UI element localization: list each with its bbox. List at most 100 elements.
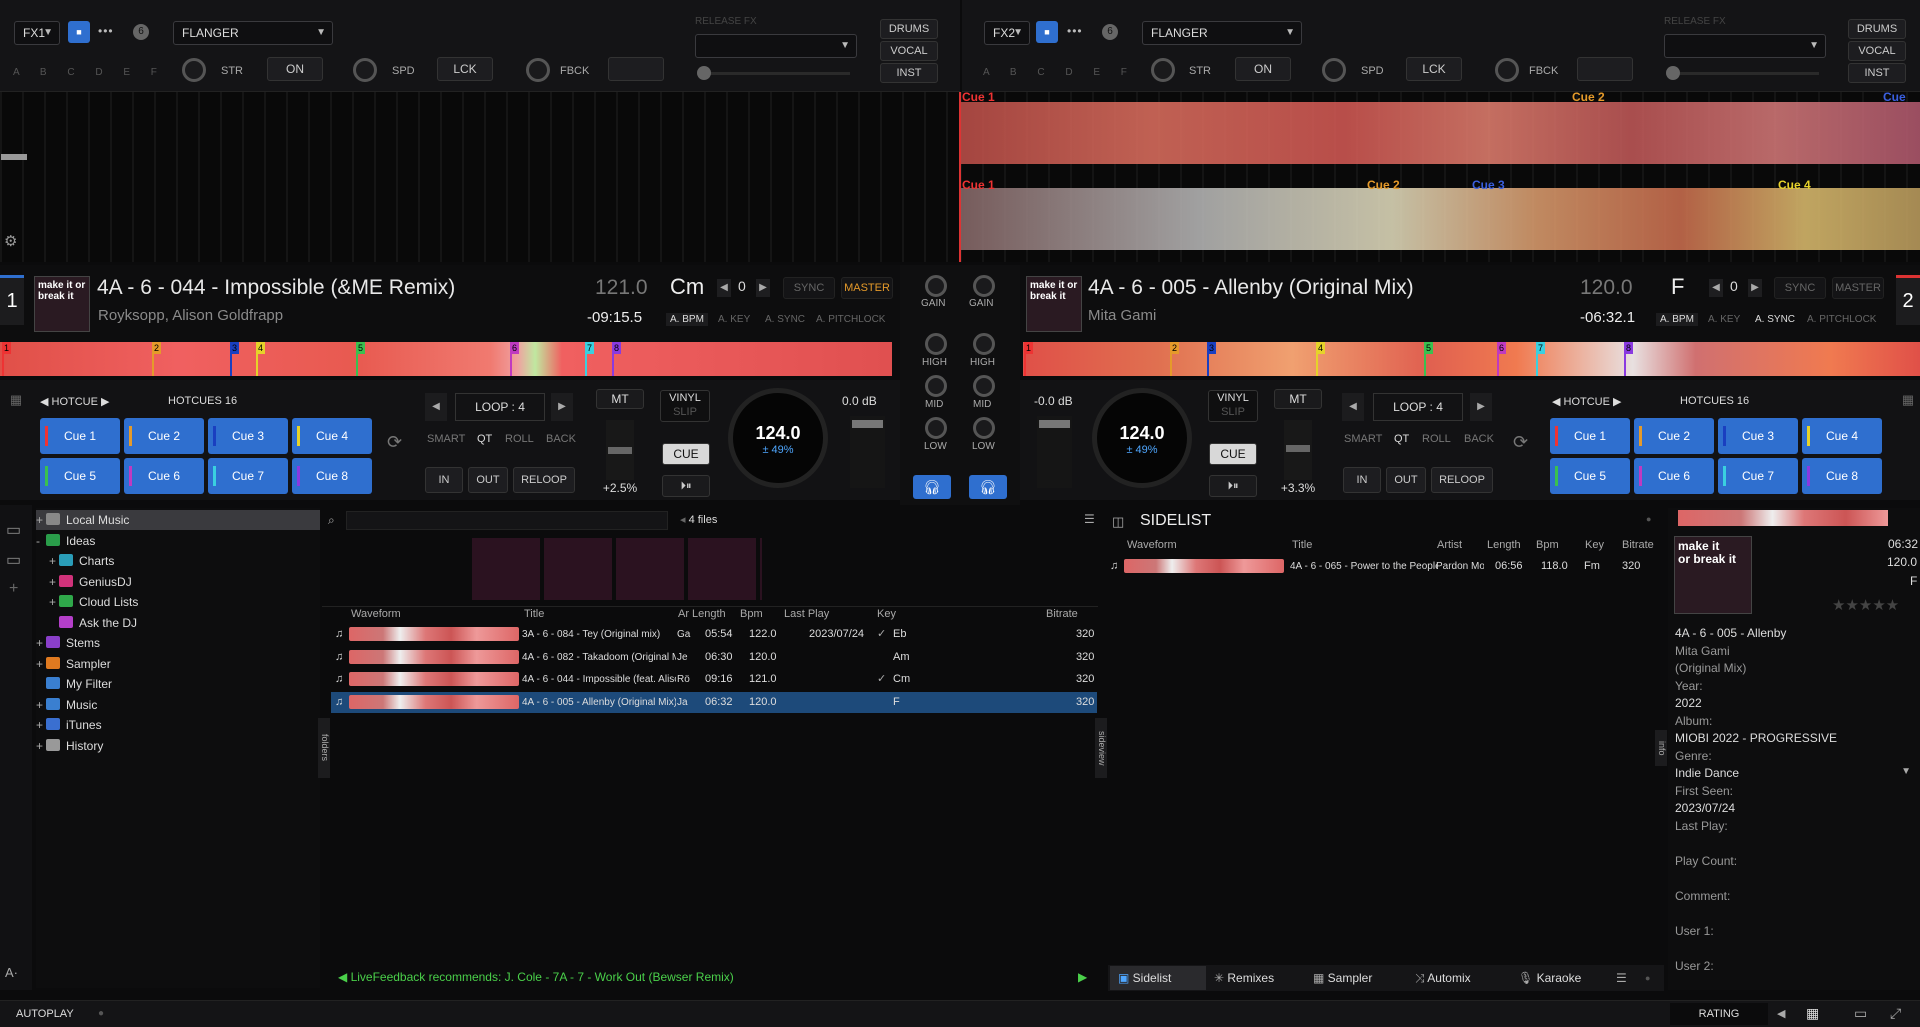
- jog-wheel[interactable]: 124.0 ± 49%: [728, 388, 828, 488]
- expand-toggle[interactable]: +: [36, 510, 46, 530]
- sync-button[interactable]: SYNC: [1774, 277, 1826, 299]
- fbck-knob[interactable]: [526, 58, 550, 82]
- jog-wheel[interactable]: 124.0 ± 49%: [1092, 388, 1192, 488]
- str-knob[interactable]: [182, 58, 206, 82]
- rating-stars[interactable]: ★★★★★: [1832, 596, 1899, 614]
- hotcue-pad-7[interactable]: Cue 7: [1718, 458, 1798, 494]
- hotcue-pad-3[interactable]: Cue 3: [208, 418, 288, 454]
- hotcue-pad-6[interactable]: Cue 6: [1634, 458, 1714, 494]
- loop-out-button[interactable]: OUT: [468, 467, 508, 493]
- play-pause-button[interactable]: ⏵⏸: [662, 475, 710, 497]
- key-down-button[interactable]: ◀: [1709, 279, 1723, 297]
- tree-item[interactable]: + Charts: [49, 551, 320, 571]
- expand-toggle[interactable]: +: [36, 736, 46, 756]
- auto-sync-toggle[interactable]: A. SYNC: [765, 314, 805, 325]
- expand-toggle[interactable]: -: [36, 531, 46, 551]
- loop-out-button[interactable]: OUT: [1386, 467, 1426, 493]
- stem-inst-button[interactable]: INST: [1848, 63, 1906, 83]
- fullscreen-icon[interactable]: ⤢: [1890, 1005, 1901, 1022]
- fx-param-button[interactable]: [1577, 57, 1633, 81]
- auto-key-toggle[interactable]: A. KEY: [718, 314, 750, 325]
- font-size-icon[interactable]: A·: [5, 965, 18, 980]
- fx-on-button[interactable]: ON: [267, 57, 323, 81]
- gear-icon[interactable]: ⚙: [4, 232, 17, 250]
- tree-item[interactable]: My Filter: [36, 674, 320, 694]
- hotcue-mode-selector[interactable]: ◀ HOTCUE ▶: [40, 395, 109, 408]
- drive-icon[interactable]: ▭: [6, 550, 21, 570]
- col-bpm[interactable]: Bpm: [740, 608, 763, 620]
- col-bitrate[interactable]: Bitrate: [1046, 608, 1078, 620]
- hotcue-pad-4[interactable]: Cue 4: [292, 418, 372, 454]
- fx-unit-select[interactable]: FX1 ▼: [14, 21, 60, 45]
- slider-handle[interactable]: [608, 447, 632, 454]
- search-icon[interactable]: ⌕: [328, 513, 335, 528]
- col-waveform[interactable]: Waveform: [351, 608, 401, 620]
- loop-back-button[interactable]: BACK: [546, 433, 576, 445]
- album-field[interactable]: MIOBI 2022 - PROGRESSIVE: [1675, 731, 1837, 745]
- channel-fader[interactable]: [1037, 416, 1072, 488]
- col-last-play[interactable]: Last Play: [784, 608, 829, 620]
- fx-effect-select[interactable]: FLANGER ▼: [173, 21, 333, 45]
- loop-quantize-button[interactable]: QT: [477, 433, 492, 445]
- hotcue-pad-8[interactable]: Cue 8: [1802, 458, 1882, 494]
- eq-mid-knob-right[interactable]: [973, 375, 995, 397]
- expand-toggle[interactable]: +: [36, 715, 46, 735]
- play-pause-button[interactable]: ⏵⏸: [1209, 475, 1257, 497]
- loop-quantize-button[interactable]: QT: [1394, 433, 1409, 445]
- deck-number[interactable]: 2: [1896, 275, 1920, 325]
- auto-pitchlock-toggle[interactable]: A. PITCHLOCK: [816, 314, 885, 325]
- sync-button[interactable]: SYNC: [783, 277, 835, 299]
- auto-bpm-toggle[interactable]: A. BPM: [1656, 313, 1698, 326]
- expand-toggle[interactable]: +: [36, 654, 46, 674]
- expand-toggle[interactable]: +: [36, 633, 46, 653]
- live-feedback[interactable]: ◀ LiveFeedback recommends: J. Cole - 7A …: [338, 970, 734, 984]
- tab-remixes[interactable]: ✳ Remixes: [1214, 966, 1274, 990]
- hotcue-pad-5[interactable]: Cue 5: [1550, 458, 1630, 494]
- vinyl-slip-button[interactable]: VINYL SLIP: [660, 390, 710, 422]
- stem-vocal-button[interactable]: VOCAL: [880, 41, 938, 61]
- hotcue-mode-selector[interactable]: ◀ HOTCUE ▶: [1552, 395, 1621, 408]
- fx-on-button[interactable]: ON: [1235, 57, 1291, 81]
- loop-double-button[interactable]: ▶: [551, 393, 573, 421]
- loop-size-display[interactable]: LOOP : 4: [455, 393, 545, 421]
- table-row[interactable]: ♫ 4A - 6 - 082 - Takadoom (Original Mix) J…: [331, 647, 1097, 668]
- key-down-button[interactable]: ◀: [717, 279, 731, 297]
- hotcue-pad-2[interactable]: Cue 2: [1634, 418, 1714, 454]
- col-key[interactable]: Key: [1585, 539, 1604, 551]
- loop-roll-icon[interactable]: ⟳: [387, 432, 402, 453]
- tree-item[interactable]: + Sampler: [36, 654, 320, 674]
- tab-automix[interactable]: ⤨ Automix: [1415, 966, 1471, 990]
- loop-smart-button[interactable]: SMART: [427, 433, 465, 445]
- loop-size-display[interactable]: LOOP : 4: [1373, 393, 1463, 421]
- hotcue-pad-3[interactable]: Cue 3: [1718, 418, 1798, 454]
- fx-more-icon[interactable]: •••: [1067, 24, 1083, 38]
- cue-button[interactable]: CUE: [662, 443, 710, 465]
- hotcue-pad-6[interactable]: Cue 6: [124, 458, 204, 494]
- pitch-slider[interactable]: [606, 420, 634, 480]
- col-bitrate[interactable]: Bitrate: [1622, 539, 1654, 551]
- tree-item[interactable]: Ask the DJ: [49, 613, 320, 633]
- tree-item[interactable]: - Ideas: [36, 531, 320, 551]
- tree-item[interactable]: + iTunes: [36, 715, 320, 735]
- loop-in-button[interactable]: IN: [425, 467, 463, 493]
- gain-knob-left[interactable]: [925, 275, 947, 297]
- slider-handle[interactable]: [1039, 420, 1070, 428]
- pitch-slider[interactable]: [1284, 420, 1312, 480]
- col-artist[interactable]: Artist: [1437, 539, 1462, 551]
- autoplay-button[interactable]: AUTOPLAY: [16, 1008, 74, 1020]
- col-waveform[interactable]: Waveform: [1127, 539, 1177, 551]
- loop-smart-button[interactable]: SMART: [1344, 433, 1382, 445]
- fx-slot-letters[interactable]: A B C D E F: [983, 67, 1136, 78]
- expand-toggle[interactable]: +: [49, 592, 59, 612]
- headphone-cue-right-icon[interactable]: 🎧︎: [969, 475, 1007, 499]
- loop-halve-button[interactable]: ◀: [425, 393, 447, 421]
- auto-key-toggle[interactable]: A. KEY: [1708, 314, 1740, 325]
- fx-slot-letters[interactable]: A B C D E F: [13, 67, 166, 78]
- folders-tab[interactable]: folders: [318, 718, 330, 778]
- col-key[interactable]: Key: [877, 608, 896, 620]
- col-title[interactable]: Title: [524, 608, 544, 620]
- fx-more-icon[interactable]: •••: [98, 24, 114, 38]
- hotcue-pad-8[interactable]: Cue 8: [292, 458, 372, 494]
- loop-roll-icon[interactable]: ⟳: [1513, 432, 1528, 453]
- hotcue-pad-2[interactable]: Cue 2: [124, 418, 204, 454]
